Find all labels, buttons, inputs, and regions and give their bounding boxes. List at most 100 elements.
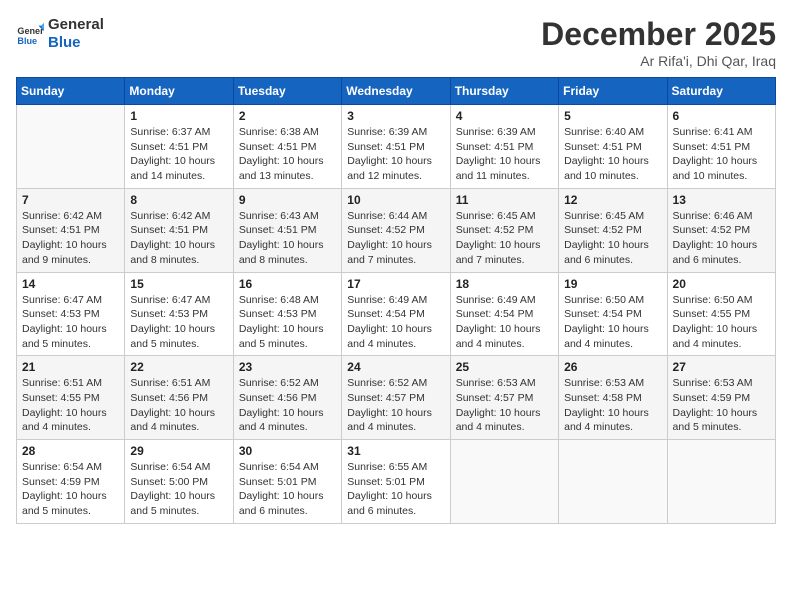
- calendar-week-row: 21 Sunrise: 6:51 AMSunset: 4:55 PMDayligh…: [17, 356, 776, 440]
- calendar-cell: 16Sunrise: 6:48 AMSunset: 4:53 PMDayligh…: [233, 272, 341, 356]
- calendar-week-row: 7 Sunrise: 6:42 AMSunset: 4:51 PMDaylight…: [17, 188, 776, 272]
- calendar-week-row: 14 Sunrise: 6:47 AMSunset: 4:53 PMDayligh…: [17, 272, 776, 356]
- calendar-cell: [450, 440, 558, 524]
- day-number: 15: [130, 277, 227, 291]
- calendar-cell: 8Sunrise: 6:42 AMSunset: 4:51 PMDaylight…: [125, 188, 233, 272]
- day-number: 2: [239, 109, 336, 123]
- day-number: 31: [347, 444, 444, 458]
- calendar-cell: 25Sunrise: 6:53 AMSunset: 4:57 PMDayligh…: [450, 356, 558, 440]
- day-info: Sunrise: 6:39 AMSunset: 4:51 PMDaylight:…: [347, 125, 444, 184]
- day-number: 6: [673, 109, 770, 123]
- weekday-header: Thursday: [450, 78, 558, 105]
- day-number: 10: [347, 193, 444, 207]
- calendar-cell: [17, 105, 125, 189]
- day-info: Sunrise: 6:52 AMSunset: 4:56 PMDaylight:…: [239, 376, 336, 435]
- day-info: Sunrise: 6:54 AMSunset: 4:59 PMDaylight:…: [22, 460, 119, 519]
- month-title: December 2025: [541, 16, 776, 53]
- calendar-cell: 13Sunrise: 6:46 AMSunset: 4:52 PMDayligh…: [667, 188, 775, 272]
- day-info: Sunrise: 6:40 AMSunset: 4:51 PMDaylight:…: [564, 125, 661, 184]
- day-info: Sunrise: 6:44 AMSunset: 4:52 PMDaylight:…: [347, 209, 444, 268]
- day-info: Sunrise: 6:51 AMSunset: 4:55 PMDaylight:…: [22, 376, 119, 435]
- day-number: 29: [130, 444, 227, 458]
- day-number: 27: [673, 360, 770, 374]
- weekday-header-row: SundayMondayTuesdayWednesdayThursdayFrid…: [17, 78, 776, 105]
- day-number: 26: [564, 360, 661, 374]
- day-number: 17: [347, 277, 444, 291]
- day-info: Sunrise: 6:47 AMSunset: 4:53 PMDaylight:…: [22, 293, 119, 352]
- title-block: December 2025 Ar Rifa'i, Dhi Qar, Iraq: [541, 16, 776, 69]
- logo: General Blue GeneralBlue: [16, 16, 104, 52]
- day-number: 18: [456, 277, 553, 291]
- day-number: 8: [130, 193, 227, 207]
- day-info: Sunrise: 6:50 AMSunset: 4:55 PMDaylight:…: [673, 293, 770, 352]
- day-info: Sunrise: 6:55 AMSunset: 5:01 PMDaylight:…: [347, 460, 444, 519]
- calendar-cell: 21 Sunrise: 6:51 AMSunset: 4:55 PMDayligh…: [17, 356, 125, 440]
- calendar-cell: 10 Sunrise: 6:44 AMSunset: 4:52 PMDayligh…: [342, 188, 450, 272]
- day-number: 3: [347, 109, 444, 123]
- weekday-header: Wednesday: [342, 78, 450, 105]
- day-number: 12: [564, 193, 661, 207]
- calendar-cell: 22 Sunrise: 6:51 AMSunset: 4:56 PMDayligh…: [125, 356, 233, 440]
- day-info: Sunrise: 6:41 AMSunset: 4:51 PMDaylight:…: [673, 125, 770, 184]
- calendar-cell: 5 Sunrise: 6:40 AMSunset: 4:51 PMDaylight…: [559, 105, 667, 189]
- calendar-cell: 27 Sunrise: 6:53 AMSunset: 4:59 PMDayligh…: [667, 356, 775, 440]
- day-info: Sunrise: 6:39 AMSunset: 4:51 PMDaylight:…: [456, 125, 553, 184]
- calendar-week-row: 1Sunrise: 6:37 AMSunset: 4:51 PMDaylight…: [17, 105, 776, 189]
- day-info: Sunrise: 6:51 AMSunset: 4:56 PMDaylight:…: [130, 376, 227, 435]
- day-number: 21: [22, 360, 119, 374]
- day-number: 28: [22, 444, 119, 458]
- calendar-cell: 20 Sunrise: 6:50 AMSunset: 4:55 PMDayligh…: [667, 272, 775, 356]
- calendar-cell: 26 Sunrise: 6:53 AMSunset: 4:58 PMDayligh…: [559, 356, 667, 440]
- day-info: Sunrise: 6:53 AMSunset: 4:58 PMDaylight:…: [564, 376, 661, 435]
- calendar-cell: 3 Sunrise: 6:39 AMSunset: 4:51 PMDaylight…: [342, 105, 450, 189]
- day-info: Sunrise: 6:47 AMSunset: 4:53 PMDaylight:…: [130, 293, 227, 352]
- calendar-cell: [559, 440, 667, 524]
- day-number: 19: [564, 277, 661, 291]
- day-number: 20: [673, 277, 770, 291]
- day-info: Sunrise: 6:49 AMSunset: 4:54 PMDaylight:…: [456, 293, 553, 352]
- weekday-header: Tuesday: [233, 78, 341, 105]
- day-info: Sunrise: 6:49 AMSunset: 4:54 PMDaylight:…: [347, 293, 444, 352]
- calendar-cell: 12Sunrise: 6:45 AMSunset: 4:52 PMDayligh…: [559, 188, 667, 272]
- svg-text:Blue: Blue: [17, 36, 37, 46]
- day-info: Sunrise: 6:50 AMSunset: 4:54 PMDaylight:…: [564, 293, 661, 352]
- calendar-cell: 18 Sunrise: 6:49 AMSunset: 4:54 PMDayligh…: [450, 272, 558, 356]
- day-number: 30: [239, 444, 336, 458]
- weekday-header: Friday: [559, 78, 667, 105]
- calendar-cell: 15 Sunrise: 6:47 AMSunset: 4:53 PMDayligh…: [125, 272, 233, 356]
- day-number: 16: [239, 277, 336, 291]
- calendar-cell: 17 Sunrise: 6:49 AMSunset: 4:54 PMDayligh…: [342, 272, 450, 356]
- day-info: Sunrise: 6:54 AMSunset: 5:00 PMDaylight:…: [130, 460, 227, 519]
- day-number: 1: [130, 109, 227, 123]
- calendar-cell: 1Sunrise: 6:37 AMSunset: 4:51 PMDaylight…: [125, 105, 233, 189]
- day-number: 11: [456, 193, 553, 207]
- svg-text:General: General: [17, 26, 44, 36]
- day-number: 14: [22, 277, 119, 291]
- day-info: Sunrise: 6:45 AMSunset: 4:52 PMDaylight:…: [456, 209, 553, 268]
- weekday-header: Sunday: [17, 78, 125, 105]
- day-number: 23: [239, 360, 336, 374]
- calendar-cell: 19 Sunrise: 6:50 AMSunset: 4:54 PMDayligh…: [559, 272, 667, 356]
- calendar-cell: 28 Sunrise: 6:54 AMSunset: 4:59 PMDayligh…: [17, 440, 125, 524]
- day-number: 5: [564, 109, 661, 123]
- day-info: Sunrise: 6:53 AMSunset: 4:59 PMDaylight:…: [673, 376, 770, 435]
- weekday-header: Saturday: [667, 78, 775, 105]
- day-info: Sunrise: 6:54 AMSunset: 5:01 PMDaylight:…: [239, 460, 336, 519]
- calendar-cell: 4Sunrise: 6:39 AMSunset: 4:51 PMDaylight…: [450, 105, 558, 189]
- logo-text: GeneralBlue: [48, 16, 104, 52]
- day-number: 7: [22, 193, 119, 207]
- calendar-cell: 9 Sunrise: 6:43 AMSunset: 4:51 PMDaylight…: [233, 188, 341, 272]
- day-info: Sunrise: 6:42 AMSunset: 4:51 PMDaylight:…: [22, 209, 119, 268]
- day-info: Sunrise: 6:38 AMSunset: 4:51 PMDaylight:…: [239, 125, 336, 184]
- location-subtitle: Ar Rifa'i, Dhi Qar, Iraq: [541, 53, 776, 69]
- calendar-table: SundayMondayTuesdayWednesdayThursdayFrid…: [16, 77, 776, 524]
- calendar-cell: 14 Sunrise: 6:47 AMSunset: 4:53 PMDayligh…: [17, 272, 125, 356]
- calendar-cell: 6 Sunrise: 6:41 AMSunset: 4:51 PMDaylight…: [667, 105, 775, 189]
- calendar-cell: 29 Sunrise: 6:54 AMSunset: 5:00 PMDayligh…: [125, 440, 233, 524]
- calendar-cell: [667, 440, 775, 524]
- day-number: 22: [130, 360, 227, 374]
- day-info: Sunrise: 6:43 AMSunset: 4:51 PMDaylight:…: [239, 209, 336, 268]
- day-info: Sunrise: 6:52 AMSunset: 4:57 PMDaylight:…: [347, 376, 444, 435]
- weekday-header: Monday: [125, 78, 233, 105]
- day-number: 9: [239, 193, 336, 207]
